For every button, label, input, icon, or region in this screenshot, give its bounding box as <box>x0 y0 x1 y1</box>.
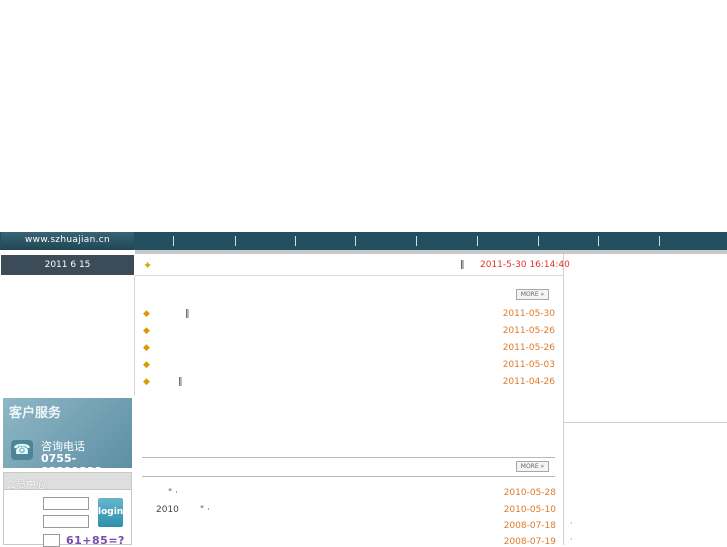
divider <box>135 275 563 276</box>
nav-separator <box>538 236 539 246</box>
left-panel <box>1 276 135 396</box>
news2-item-title[interactable]: " · <box>168 488 178 498</box>
login-button[interactable]: login <box>98 498 123 527</box>
member-center-title: 会员中心 <box>6 480 46 491</box>
nav-separator <box>659 236 660 246</box>
ticker-datetime: 2011-5-30 16:14:40 <box>480 260 570 270</box>
site-url-label: www.szhuajian.cn <box>1 232 134 250</box>
right-list-dot: · <box>570 535 573 544</box>
news-item-date: 2011-04-26 <box>502 377 555 387</box>
nav-separator <box>355 236 356 246</box>
right-list-dot: · <box>570 519 573 528</box>
password-input[interactable] <box>43 515 89 528</box>
news2-more-button[interactable]: MORE » <box>516 461 549 472</box>
news2-item-date: 2008-07-19 <box>503 537 556 547</box>
news-more-button[interactable]: MORE » <box>516 289 549 300</box>
sparkle-icon: ✦ <box>143 259 153 272</box>
ticker-text[interactable]: ‖ <box>460 260 465 270</box>
captcha-image: 61+85=? <box>66 534 125 547</box>
news-item-date: 2011-05-30 <box>502 309 555 319</box>
news-item-title[interactable]: ‖ <box>185 309 190 319</box>
bullet-icon: ◆ <box>143 309 150 319</box>
news2-item-date: 2008-07-18 <box>503 521 556 531</box>
news2-item-title[interactable]: " · <box>200 505 210 515</box>
right-sidebar <box>564 254 727 423</box>
bullet-icon: ◆ <box>143 343 150 353</box>
news2-item-prefix: 2010 <box>156 505 179 515</box>
username-input[interactable] <box>43 497 89 510</box>
current-date-bar: 2011 6 15 <box>1 255 134 275</box>
divider <box>142 476 555 477</box>
news-item-date: 2011-05-26 <box>502 326 555 336</box>
nav-separator <box>416 236 417 246</box>
nav-separator <box>477 236 478 246</box>
nav-separator <box>235 236 236 246</box>
news-item-date: 2011-05-03 <box>502 360 555 370</box>
customer-service-banner[interactable]: 客户服务 ☎ 咨询电话 0755-83211333 <box>3 398 132 468</box>
nav-separator <box>173 236 174 246</box>
news-item-title[interactable]: ‖ <box>178 377 183 387</box>
service-phone-number: 0755-83211333 <box>41 452 102 468</box>
divider <box>142 457 555 458</box>
news2-item-date: 2010-05-28 <box>503 488 556 498</box>
bullet-icon: ◆ <box>143 326 150 336</box>
service-title: 客户服务 <box>9 406 62 421</box>
nav-separator <box>295 236 296 246</box>
captcha-input[interactable] <box>43 534 60 547</box>
phone-icon: ☎ <box>11 440 33 460</box>
nav-separator <box>598 236 599 246</box>
bullet-icon: ◆ <box>143 360 150 370</box>
news2-item-date: 2010-05-10 <box>503 505 556 515</box>
bullet-icon: ◆ <box>143 377 150 387</box>
main-content <box>135 254 564 545</box>
news-item-date: 2011-05-26 <box>502 343 555 353</box>
